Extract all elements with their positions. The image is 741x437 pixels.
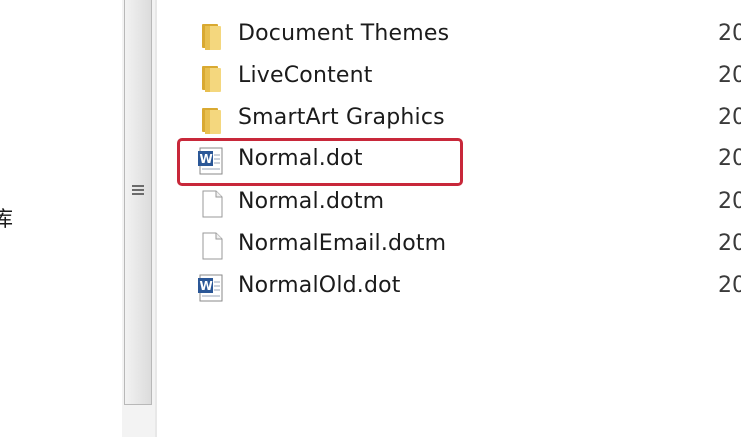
file-date: 20: [718, 105, 741, 130]
file-row-smartart-graphics[interactable]: SmartArt Graphics 20: [196, 99, 741, 139]
file-date: 20: [718, 189, 741, 214]
file-date: 20: [718, 273, 741, 298]
file-name: SmartArt Graphics: [238, 105, 445, 130]
nav-scrollbar-thumb[interactable]: [124, 0, 152, 405]
file-date: 20: [718, 146, 741, 171]
nav-item[interactable]: 库: [0, 203, 13, 233]
file-row-normal-dotm[interactable]: Normal.dotm 20: [196, 183, 741, 223]
file-row-livecontent[interactable]: LiveContent 20: [196, 57, 741, 97]
file-date: 20: [718, 63, 741, 88]
scrollbar-grip-icon: [132, 185, 144, 199]
file-row-normal-dot[interactable]: W Normal.dot 20: [196, 140, 741, 180]
file-date: 20: [718, 231, 741, 256]
file-row-document-themes[interactable]: Document Themes 20: [196, 15, 741, 55]
folder-icon: [196, 62, 228, 94]
file-date: 20: [718, 21, 741, 46]
explorer-window: s 库 Document Themes 20: [0, 0, 741, 437]
file-name: Normal.dotm: [238, 189, 385, 214]
blank-file-icon: [196, 230, 228, 262]
file-row-normalemail-dotm[interactable]: NormalEmail.dotm 20: [196, 225, 741, 265]
svg-text:W: W: [200, 152, 213, 166]
word-doc-icon: W: [196, 272, 228, 304]
folder-icon: [196, 104, 228, 136]
svg-text:W: W: [200, 279, 213, 293]
nav-item[interactable]: s: [0, 160, 1, 184]
folder-icon: [196, 20, 228, 52]
file-name: NormalEmail.dotm: [238, 231, 447, 256]
file-name: Document Themes: [238, 21, 450, 46]
file-name: Normal.dot: [238, 146, 363, 171]
blank-file-icon: [196, 188, 228, 220]
file-row-normalold-dot[interactable]: W NormalOld.dot 20: [196, 267, 741, 307]
navigation-pane[interactable]: s 库: [0, 0, 122, 437]
file-list: Document Themes 20 LiveContent 20 SmartA…: [160, 0, 741, 437]
word-doc-icon: W: [196, 145, 228, 177]
divider: [155, 0, 157, 437]
file-name: NormalOld.dot: [238, 273, 401, 298]
file-name: LiveContent: [238, 63, 373, 88]
